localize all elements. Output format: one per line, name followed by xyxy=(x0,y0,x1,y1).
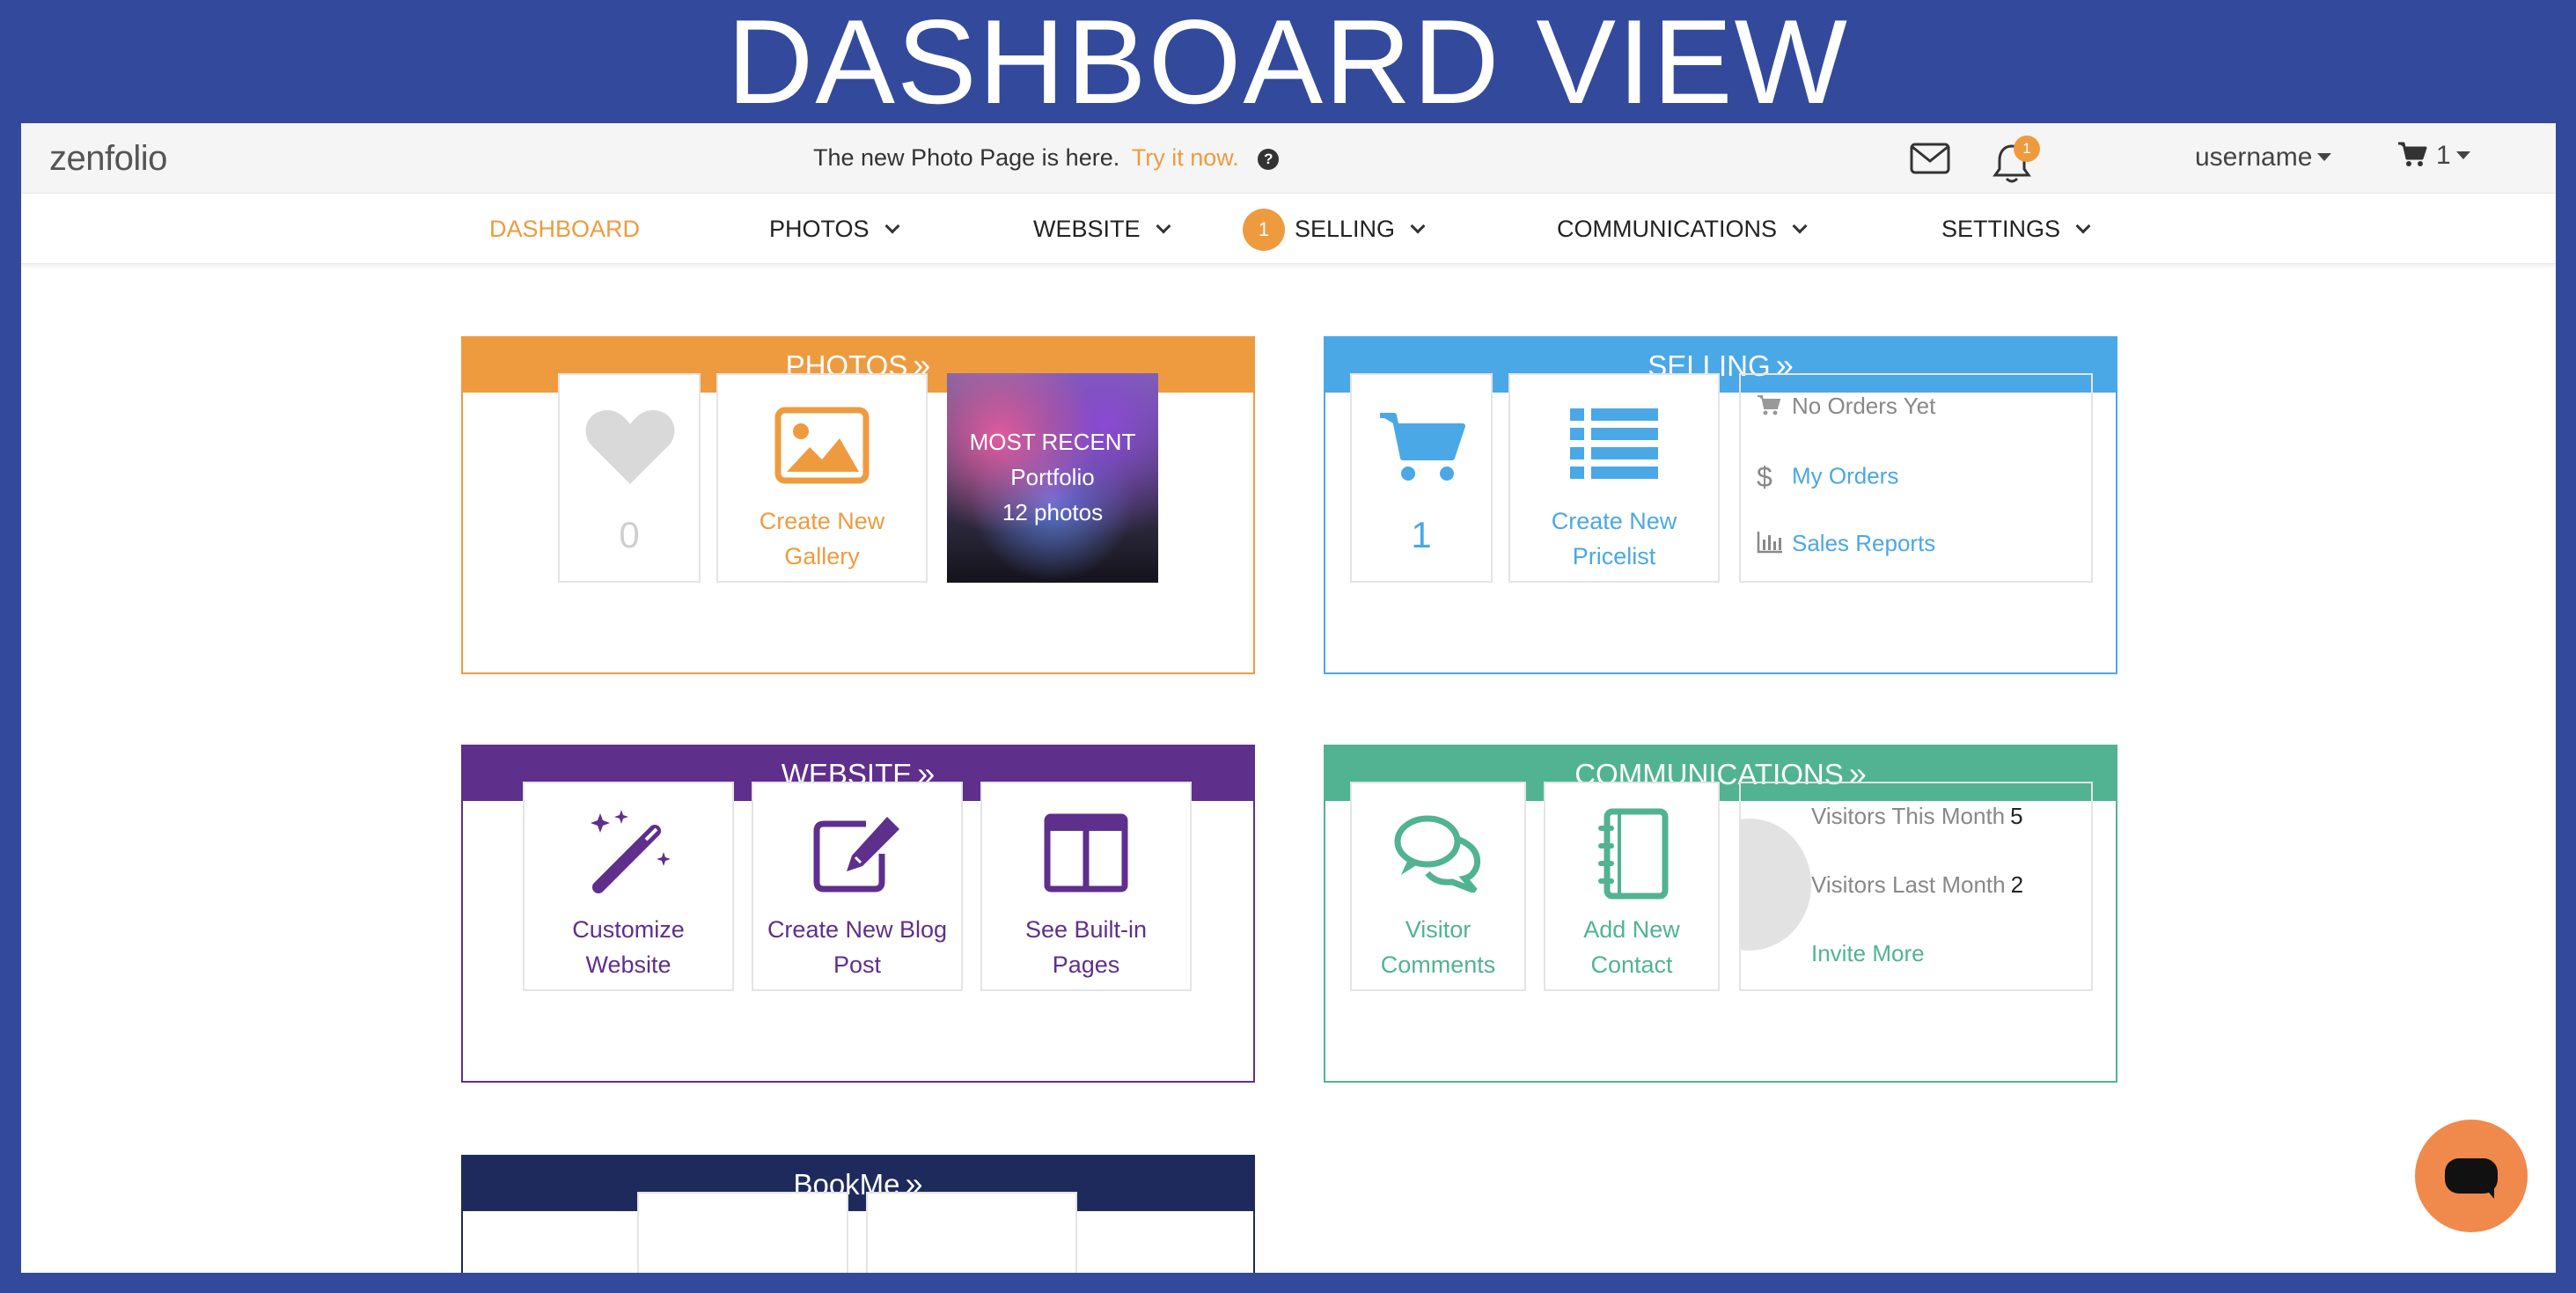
bookme-panel: BookMe» xyxy=(461,1155,1255,1273)
image-icon xyxy=(774,407,870,484)
help-icon[interactable]: ? xyxy=(1258,149,1280,170)
favorites-tile[interactable]: 0 xyxy=(558,373,701,583)
visitors-this-month: Visitors This Month 5 xyxy=(1811,803,2023,830)
cart-tile[interactable]: 1 xyxy=(1350,373,1493,583)
nav-settings-label: SETTINGS xyxy=(1941,216,2061,242)
try-it-now-link[interactable]: Try it now. xyxy=(1132,144,1239,171)
chevron-down-icon xyxy=(1792,218,1808,234)
bookme-tile[interactable] xyxy=(866,1192,1077,1273)
columns-icon xyxy=(1044,813,1128,893)
user-menu[interactable]: username xyxy=(2195,143,2332,173)
nav-settings[interactable]: SETTINGS xyxy=(1941,216,2091,243)
nav-dashboard-label: DASHBOARD xyxy=(489,216,641,242)
sales-reports-link[interactable]: Sales Reports xyxy=(1757,530,1935,560)
nav-website[interactable]: WEBSITE xyxy=(1033,216,1171,243)
no-orders-row: No Orders Yet xyxy=(1757,393,1935,422)
chat-icon-tail xyxy=(2477,1188,2494,1199)
sales-reports-label: Sales Reports xyxy=(1792,530,1936,556)
most-recent-gallery[interactable]: MOST RECENT Portfolio 12 photos xyxy=(947,373,1158,583)
create-pricelist-label: Create New Pricelist xyxy=(1551,508,1677,569)
mail-icon[interactable] xyxy=(1910,143,1950,174)
heart-icon xyxy=(585,410,675,484)
notifications-button[interactable]: 1 xyxy=(1993,136,2045,183)
visitors-this-month-value: 5 xyxy=(2010,803,2023,829)
nav-website-label: WEBSITE xyxy=(1033,216,1141,242)
address-book-icon xyxy=(1598,808,1669,900)
customize-website-tile[interactable]: Customize Website xyxy=(523,782,734,991)
visitor-stats-tile: Visitors This Month 5 Visitors Last Month… xyxy=(1739,782,2093,991)
favorites-count: 0 xyxy=(619,514,640,555)
create-blog-post-label: Create New Blog Post xyxy=(767,916,948,978)
visitor-comments-tile[interactable]: Visitor Comments xyxy=(1350,782,1526,991)
chevron-down-icon xyxy=(2075,218,2091,234)
built-in-pages-tile[interactable]: See Built-in Pages xyxy=(980,782,1192,991)
top-bar: zenfolio The new Photo Page is here. Try… xyxy=(21,123,2556,194)
comments-icon xyxy=(1394,815,1481,893)
most-recent-label: MOST RECENT xyxy=(969,429,1136,455)
invite-more-link[interactable]: Invite More xyxy=(1811,940,1925,967)
communications-panel: COMMUNICATIONS» Visitor Comments Add New… xyxy=(1324,745,2117,1083)
cart-small-icon xyxy=(1757,394,1792,422)
edit-icon xyxy=(813,817,899,893)
visitor-comments-label: Visitor Comments xyxy=(1380,916,1496,978)
recent-gallery-count: 12 photos xyxy=(1002,499,1104,525)
nav-communications-label: COMMUNICATIONS xyxy=(1557,216,1777,242)
create-blog-post-tile[interactable]: Create New Blog Post xyxy=(752,782,963,991)
customize-website-label: Customize Website xyxy=(572,916,685,978)
nav-photos[interactable]: PHOTOS xyxy=(769,216,900,243)
nav-communications[interactable]: COMMUNICATIONS xyxy=(1557,216,1808,243)
shopping-cart-icon xyxy=(1380,413,1465,481)
chevron-down-icon xyxy=(1410,218,1426,234)
website-panel: WEBSITE» Customize Website Create New Bl… xyxy=(461,745,1255,1083)
nav-selling-label: SELLING xyxy=(1295,216,1396,242)
dollar-icon: $ xyxy=(1757,461,1772,493)
create-gallery-label: Create New Gallery xyxy=(759,508,885,569)
selling-cart-count: 1 xyxy=(1411,514,1432,555)
announcement-text: The new Photo Page is here. xyxy=(813,144,1120,171)
visitors-this-month-label: Visitors This Month xyxy=(1811,803,2006,829)
cart-menu[interactable]: 1 xyxy=(2397,141,2470,171)
caret-down-icon xyxy=(2317,153,2332,161)
bookme-tile[interactable] xyxy=(637,1192,848,1273)
create-gallery-tile[interactable]: Create New Gallery xyxy=(716,373,928,583)
photos-panel: PHOTOS» 0 Create New Gallery MOST RECENT… xyxy=(461,336,1255,674)
built-in-pages-label: See Built-in Pages xyxy=(1024,916,1148,978)
nav-photos-label: PHOTOS xyxy=(769,216,870,242)
recent-gallery-name: Portfolio xyxy=(1010,464,1095,490)
caret-down-icon xyxy=(2455,151,2470,159)
chevron-down-icon xyxy=(1156,218,1171,234)
chat-button[interactable] xyxy=(2415,1120,2528,1232)
chevron-down-icon xyxy=(884,218,900,234)
add-contact-label: Add New Contact xyxy=(1583,916,1680,978)
selling-badge: 1 xyxy=(1243,209,1285,251)
bookme-panel-header[interactable]: BookMe» xyxy=(463,1157,1253,1211)
notification-badge: 1 xyxy=(2014,136,2040,162)
bar-chart-icon xyxy=(1757,531,1792,560)
visitors-last-month-label: Visitors Last Month xyxy=(1811,871,2006,898)
announcement: The new Photo Page is here. Try it now. … xyxy=(813,144,1280,172)
visitors-last-month-value: 2 xyxy=(2010,871,2024,898)
main-nav: DASHBOARD PHOTOS WEBSITE SELLING COMMUNI… xyxy=(21,194,2556,264)
selling-panel: SELLING» 1 Create New Pricelist No Order… xyxy=(1324,336,2117,674)
zenfolio-logo[interactable]: zenfolio xyxy=(49,139,167,179)
app-frame: zenfolio The new Photo Page is here. Try… xyxy=(21,123,2556,1273)
my-orders-label: My Orders xyxy=(1792,462,1899,489)
magic-wand-icon xyxy=(591,810,671,893)
no-orders-label: No Orders Yet xyxy=(1792,393,1936,419)
create-pricelist-tile[interactable]: Create New Pricelist xyxy=(1508,373,1720,583)
username: username xyxy=(2195,143,2313,172)
my-orders-link[interactable]: $ My Orders xyxy=(1757,461,1898,494)
nav-selling[interactable]: SELLING xyxy=(1295,216,1426,243)
cart-icon xyxy=(2398,142,2427,166)
list-icon xyxy=(1570,408,1658,479)
nav-dashboard[interactable]: DASHBOARD xyxy=(489,216,640,243)
add-contact-tile[interactable]: Add New Contact xyxy=(1544,782,1720,991)
page-title: DASHBOARD VIEW xyxy=(727,0,1849,129)
orders-tile: No Orders Yet $ My Orders Sales Reports xyxy=(1739,373,2093,583)
visitors-last-month: Visitors Last Month 2 xyxy=(1811,871,2023,899)
cart-count: 1 xyxy=(2436,141,2451,170)
globe-icon xyxy=(1741,819,1811,951)
